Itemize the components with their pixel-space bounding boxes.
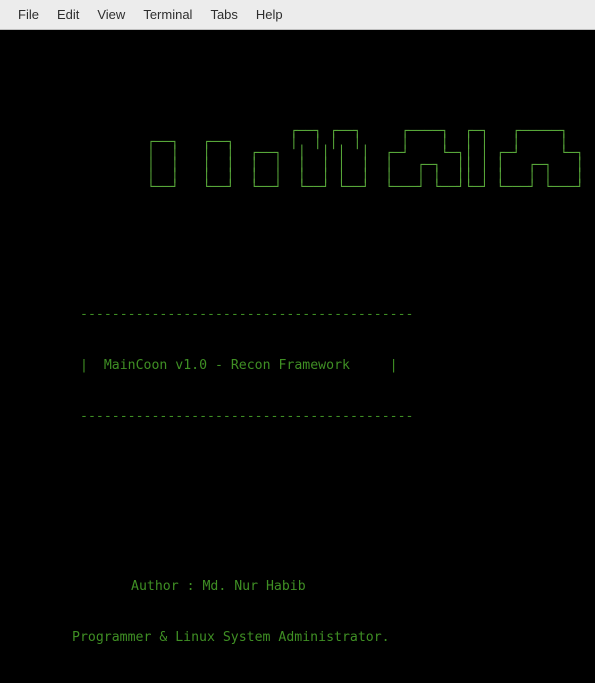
- menu-terminal[interactable]: Terminal: [134, 4, 201, 25]
- author-role: Programmer & Linux System Administrator.: [72, 630, 390, 646]
- banner-title: | MainCoon v1.0 - Recon Framework |: [80, 358, 398, 374]
- maincoon-ascii-logo: ┌──┐ ┌──┐ ┌────┐ ┌─┐ ┌─────┐ ┌──┐ ┌──┐ │…: [147, 124, 584, 196]
- author-name: Author : Md. Nur Habib: [131, 579, 306, 595]
- menu-help[interactable]: Help: [247, 4, 292, 25]
- menu-bar: File Edit View Terminal Tabs Help: [0, 0, 595, 30]
- menu-edit[interactable]: Edit: [48, 4, 88, 25]
- banner-rule-bottom: ----------------------------------------…: [80, 409, 414, 425]
- banner-block: ----------------------------------------…: [0, 261, 595, 459]
- banner-rule-top: ----------------------------------------…: [80, 307, 414, 323]
- menu-view[interactable]: View: [88, 4, 134, 25]
- menu-file[interactable]: File: [9, 4, 48, 25]
- terminal-screen[interactable]: ┌──┐ ┌──┐ ┌────┐ ┌─┐ ┌─────┐ ┌──┐ ┌──┐ │…: [0, 30, 595, 683]
- author-block: Author : Md. Nur Habib Programmer & Linu…: [0, 527, 595, 680]
- menu-tabs[interactable]: Tabs: [201, 4, 246, 25]
